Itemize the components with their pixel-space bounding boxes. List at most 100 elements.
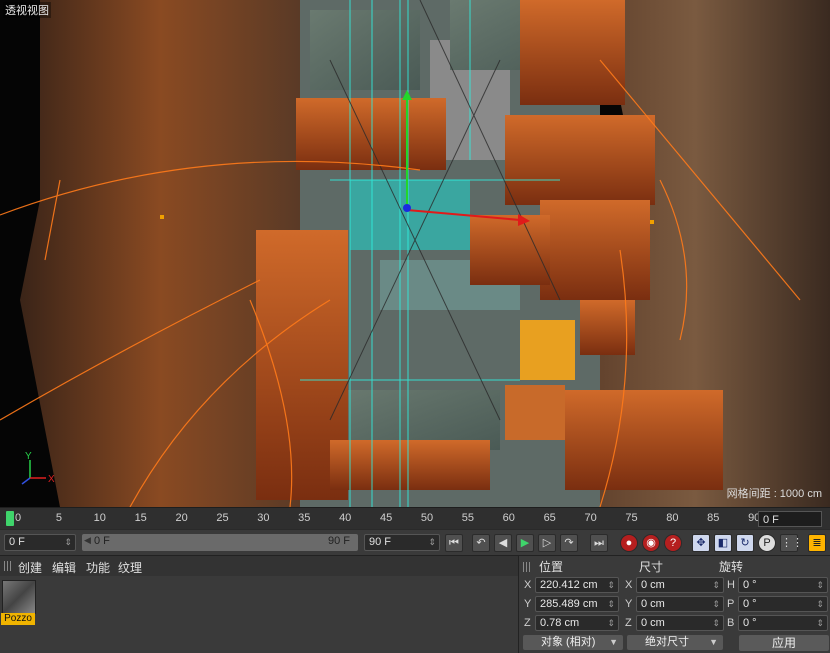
position-z-value: 0.78 cm <box>540 617 580 629</box>
ruler-tick-label: 30 <box>257 512 270 524</box>
chevron-down-icon: ▼ <box>609 637 618 647</box>
pla-key-button[interactable]: ⋮⋮ <box>780 534 803 552</box>
size-y-field[interactable]: 0 cm ⇕ <box>636 596 724 612</box>
previous-frame-button[interactable]: ◀ <box>494 534 512 552</box>
end-frame-field[interactable]: 90 F ⇕ <box>364 534 440 551</box>
position-x-field[interactable]: 220.412 cm ⇕ <box>535 577 619 593</box>
ruler-tick-label: 0 <box>14 512 22 524</box>
ruler-tick-label: 50 <box>420 512 434 524</box>
axis-y-label: Y <box>25 451 32 462</box>
range-end-value: 90 F <box>327 535 350 547</box>
stepper-icon[interactable]: ⇕ <box>607 616 615 630</box>
size-axis-z: Z <box>625 617 632 629</box>
range-left-arrow-icon[interactable]: ◀ <box>84 535 91 546</box>
next-frame-button[interactable]: ▷ <box>538 534 556 552</box>
stepper-icon[interactable]: ⇕ <box>712 597 720 611</box>
scale-key-button[interactable]: ◧ <box>714 534 732 552</box>
previous-key-button[interactable]: ↶ <box>472 534 490 552</box>
menu-edit[interactable]: 编辑 <box>52 559 76 576</box>
rotation-key-button[interactable]: ↻ <box>736 534 754 552</box>
material-menubar: 创建 编辑 功能 纹理 <box>0 556 518 576</box>
menu-function[interactable]: 功能 <box>86 559 110 576</box>
stepper-icon[interactable]: ⇕ <box>607 597 615 611</box>
auto-key-button[interactable]: ◉ <box>642 534 660 552</box>
current-frame-field[interactable]: 0 F <box>758 511 822 527</box>
menu-create[interactable]: 创建 <box>18 559 42 576</box>
go-to-start-button[interactable]: ⏮ <box>445 534 463 552</box>
ruler-tick-label: 25 <box>216 512 229 524</box>
ruler-tick-label: 45 <box>379 512 393 524</box>
grid-spacing-label: 网格间距 : 1000 cm <box>726 488 822 500</box>
size-mode-value: 绝对尺寸 <box>645 636 689 648</box>
start-frame-field[interactable]: 0 F ⇕ <box>4 534 76 551</box>
rotation-p-value: 0 ° <box>743 598 757 610</box>
size-x-field[interactable]: 0 cm ⇕ <box>636 577 724 593</box>
viewport-title[interactable]: 透视视图 <box>3 2 51 18</box>
apply-button[interactable]: 应用 <box>739 635 829 651</box>
position-y-value: 285.489 cm <box>540 598 598 610</box>
perspective-viewport[interactable]: Y X 透视视图 网格间距 : 1000 cm <box>0 0 830 507</box>
ruler-tick-label: 40 <box>339 512 352 524</box>
rot-axis-b: B <box>727 617 735 629</box>
next-key-button[interactable]: ↷ <box>560 534 578 552</box>
frame-range-slider[interactable]: ◀ 0 F 90 F <box>82 534 358 551</box>
grip-icon[interactable] <box>523 562 531 572</box>
grip-icon[interactable] <box>4 561 12 571</box>
menu-texture[interactable]: 纹理 <box>118 559 142 576</box>
ruler-tick-label: 75 <box>625 512 638 524</box>
size-z-value: 0 cm <box>641 617 665 629</box>
play-button[interactable]: ▶ <box>516 534 534 552</box>
rotation-header: 旋转 <box>719 560 744 574</box>
rotation-h-field[interactable]: 0 ° ⇕ <box>738 577 828 593</box>
chevron-down-icon: ▼ <box>709 637 718 647</box>
stepper-icon[interactable]: ⇕ <box>64 535 72 550</box>
position-header: 位置 <box>539 560 564 574</box>
rot-axis-h: H <box>727 579 735 591</box>
rotation-b-field[interactable]: 0 ° ⇕ <box>738 615 828 631</box>
coordinate-mode-value: 对象 (相对) <box>541 636 596 648</box>
stepper-icon[interactable]: ⇕ <box>712 616 720 630</box>
ruler-tick-label: 80 <box>666 512 679 524</box>
ruler-tick-label: 5 <box>55 512 62 524</box>
playhead-marker[interactable] <box>6 511 14 526</box>
rotation-p-field[interactable]: 0 ° ⇕ <box>738 596 828 612</box>
size-axis-y: Y <box>625 598 633 610</box>
ruler-tick-label: 85 <box>707 512 720 524</box>
ruler-tick-label: 20 <box>175 512 188 524</box>
keyframe-selection-button[interactable]: ? <box>664 534 682 552</box>
coordinate-mode-dropdown[interactable]: 对象 (相对) ▼ <box>523 635 623 650</box>
material-manager: 创建 编辑 功能 纹理 Pozzo <box>0 555 518 653</box>
go-to-end-button[interactable]: ⏭ <box>590 534 608 552</box>
material-name[interactable]: Pozzo <box>1 613 35 625</box>
axis-x-label: X <box>48 474 55 485</box>
material-thumbnail[interactable] <box>2 580 36 614</box>
ruler-tick-label: 65 <box>543 512 556 524</box>
ruler-ticks[interactable]: 0 5 10 15 20 25 30 35 40 45 50 55 60 65 70 75 80 85 90 <box>0 508 760 530</box>
stepper-icon[interactable]: ⇕ <box>816 616 824 630</box>
stepper-icon[interactable]: ⇕ <box>816 597 824 611</box>
position-y-field[interactable]: 285.489 cm ⇕ <box>535 596 619 612</box>
pos-axis-x: X <box>524 579 532 591</box>
timeline-layout-button[interactable]: ≣ <box>808 534 826 552</box>
timeline-ruler[interactable]: 0 5 10 15 20 25 30 35 40 45 50 55 60 65 70 75 80 85 90 0 F <box>0 507 830 530</box>
position-z-field[interactable]: 0.78 cm ⇕ <box>535 615 619 631</box>
ruler-tick-label: 55 <box>461 512 475 524</box>
position-key-button[interactable]: ✥ <box>692 534 710 552</box>
size-mode-dropdown[interactable]: 绝对尺寸 ▼ <box>627 635 723 650</box>
size-z-field[interactable]: 0 cm ⇕ <box>636 615 724 631</box>
pos-axis-z: Z <box>524 617 531 629</box>
pos-axis-y: Y <box>524 598 532 610</box>
stepper-icon[interactable]: ⇕ <box>816 578 824 592</box>
end-frame-value: 90 F <box>369 536 392 548</box>
ruler-tick-label: 35 <box>298 512 311 524</box>
stepper-icon[interactable]: ⇕ <box>428 535 436 550</box>
rotation-h-value: 0 ° <box>743 579 757 591</box>
record-keys-button[interactable]: ● <box>620 534 638 552</box>
stepper-icon[interactable]: ⇕ <box>607 578 615 592</box>
coordinates-manager: 位置 尺寸 旋转 X 220.412 cm ⇕ X 0 cm ⇕ H 0 ° ⇕ Y … <box>518 555 830 653</box>
size-y-value: 0 cm <box>641 598 665 610</box>
param-key-button[interactable]: P <box>758 534 776 552</box>
scene-render: Y X <box>0 0 830 507</box>
start-frame-value: 0 F <box>9 536 25 548</box>
stepper-icon[interactable]: ⇕ <box>712 578 720 592</box>
